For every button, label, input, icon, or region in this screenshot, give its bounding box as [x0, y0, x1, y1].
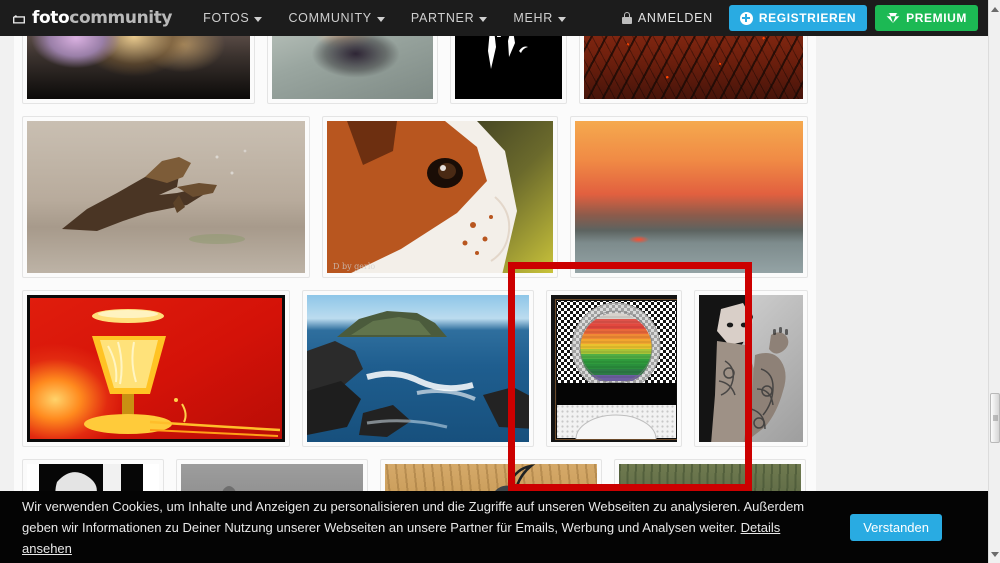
photo-crocus-flower[interactable] — [22, 36, 256, 104]
premium-button[interactable]: PREMIUM — [875, 5, 978, 31]
nav-item-mehr[interactable]: MEHR — [500, 0, 579, 36]
nav-item-community[interactable]: COMMUNITY — [275, 0, 397, 36]
scroll-down-button[interactable] — [989, 547, 1000, 561]
cookie-accept-button[interactable]: Verstanden — [850, 513, 942, 541]
login-button[interactable]: ANMELDEN — [614, 11, 721, 25]
chevron-down-icon — [557, 16, 566, 22]
nav-item-fotos[interactable]: FOTOS — [190, 0, 275, 36]
photo-tattooed-woman-bw[interactable] — [693, 290, 808, 447]
lock-icon — [621, 12, 632, 24]
vertical-scrollbar[interactable] — [988, 0, 1000, 563]
browser-page: fotocommunity FOTOS COMMUNITY PARTNER ME… — [0, 0, 1000, 563]
camera-icon — [12, 12, 27, 24]
photo-blurred-figure[interactable] — [267, 36, 439, 104]
nav-item-fotos-label: FOTOS — [203, 11, 250, 25]
photo-coastal-rocks-sea[interactable] — [301, 290, 534, 447]
scroll-up-button[interactable] — [989, 2, 1000, 16]
nav-item-community-label: COMMUNITY — [288, 11, 372, 25]
page-content: D by gerlo — [0, 36, 988, 563]
photo-thumbnail — [583, 36, 803, 99]
photo-row-3 — [14, 290, 816, 447]
scrollbar-grip-icon — [993, 415, 998, 421]
login-button-label: ANMELDEN — [637, 11, 713, 25]
photo-black-silhouette[interactable] — [450, 36, 567, 104]
register-button-label: REGISTRIEREN — [758, 11, 857, 25]
photo-row-2: D by gerlo — [14, 116, 816, 278]
logo-text-foto: foto — [32, 8, 70, 28]
photo-gallery: D by gerlo — [14, 36, 816, 563]
nav-item-partner-label: PARTNER — [410, 11, 475, 25]
photo-thumbnail — [574, 121, 803, 273]
triangle-up-icon — [990, 6, 999, 12]
photo-red-golden-lamp[interactable] — [22, 290, 290, 447]
photo-thumbnail — [550, 295, 677, 442]
photo-flying-eagle[interactable] — [22, 116, 310, 278]
triangle-down-icon — [990, 551, 999, 557]
header-actions: ANMELDEN REGISTRIEREN PREMIUM — [614, 5, 978, 31]
cookie-consent-banner: Wir verwenden Cookies, um Inhalte und An… — [0, 491, 988, 563]
photo-thumbnail — [698, 295, 803, 442]
chevron-down-icon — [376, 16, 385, 22]
premium-button-label: PREMIUM — [906, 11, 967, 25]
plus-circle-icon — [739, 11, 753, 25]
main-navigation: FOTOS COMMUNITY PARTNER MEHR — [190, 0, 579, 36]
photo-jack-russell-dog[interactable]: D by gerlo — [321, 116, 558, 278]
site-header: fotocommunity FOTOS COMMUNITY PARTNER ME… — [0, 0, 988, 36]
photo-thumbnail — [27, 121, 305, 273]
scrollbar-thumb[interactable] — [990, 393, 1000, 443]
logo-text-community: community — [69, 8, 173, 28]
register-button[interactable]: REGISTRIEREN — [728, 5, 868, 31]
cookie-text-line-2: Informationen zu Deiner Nutzung unserer … — [82, 519, 737, 535]
chevron-down-icon — [479, 16, 488, 22]
photo-thumbnail — [27, 36, 251, 99]
photo-thumbnail — [455, 36, 562, 99]
photo-thumbnail — [272, 36, 434, 99]
nav-item-partner[interactable]: PARTNER — [398, 0, 500, 36]
photo-thumbnail: D by gerlo — [326, 121, 553, 273]
svg-text:D by gerlo: D by gerlo — [333, 262, 375, 271]
photo-row-1 — [14, 36, 816, 104]
photo-thumbnail — [306, 295, 529, 442]
diamond-icon — [886, 12, 900, 24]
photo-red-bark-texture[interactable] — [578, 36, 808, 104]
chevron-down-icon — [254, 16, 263, 22]
cookie-consent-text: Wir verwenden Cookies, um Inhalte und An… — [22, 496, 812, 559]
photo-orange-sunset-sea[interactable] — [569, 116, 808, 278]
site-logo[interactable]: fotocommunity — [12, 8, 173, 28]
photo-thumbnail — [27, 295, 285, 442]
photo-rainbow-sphere-op-art[interactable] — [545, 290, 682, 447]
nav-item-mehr-label: MEHR — [513, 11, 553, 25]
logo-text: fotocommunity — [32, 8, 173, 28]
